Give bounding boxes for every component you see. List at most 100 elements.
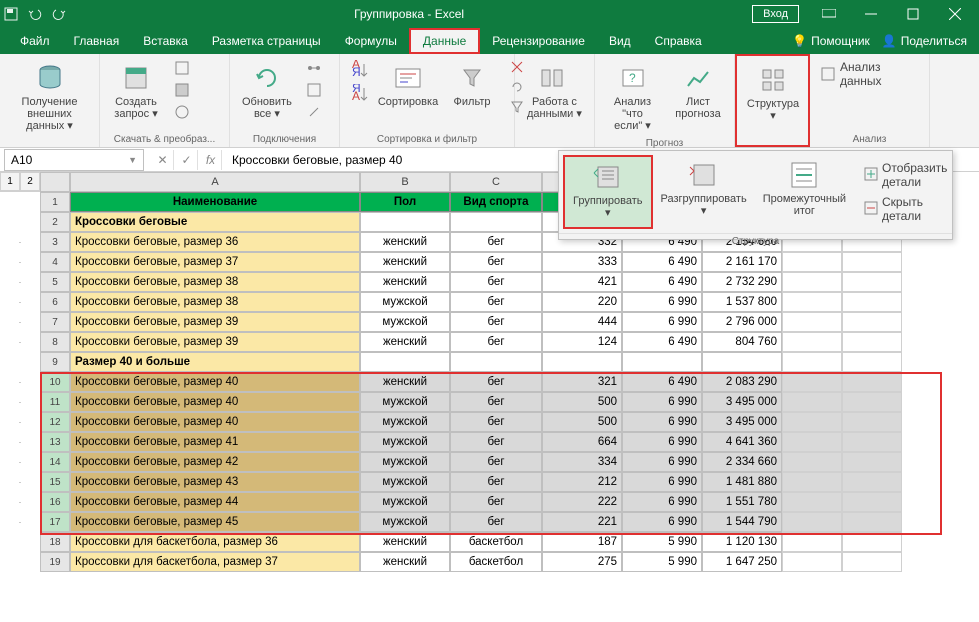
cell[interactable]: бег [450,432,542,452]
cell[interactable]: Кроссовки беговые, размер 40 [70,372,360,392]
structure-button[interactable]: Структура ▾ [743,60,803,126]
cell[interactable]: мужской [360,412,450,432]
row-header[interactable]: 4 [40,252,70,272]
cell[interactable]: 1 647 250 [702,552,782,572]
cell[interactable]: бег [450,452,542,472]
row-header[interactable]: 6 [40,292,70,312]
cell[interactable]: Кроссовки для баскетбола, размер 36 [70,532,360,552]
col-header-b[interactable]: B [360,172,450,192]
cell[interactable]: баскетбол [450,532,542,552]
group-button[interactable]: Группировать ▾ [563,155,653,229]
cell[interactable]: бег [450,492,542,512]
cell[interactable]: 2 161 170 [702,252,782,272]
sort-za-icon[interactable]: ЯА [346,82,374,106]
cell[interactable]: бег [450,312,542,332]
share-button[interactable]: 👤Поделиться [882,34,967,48]
cell[interactable]: 212 [542,472,622,492]
tab-home[interactable]: Главная [62,28,132,54]
cell[interactable]: 1 120 130 [702,532,782,552]
chevron-down-icon[interactable]: ▼ [128,155,137,165]
cell[interactable]: 6 490 [622,272,702,292]
cell[interactable]: 1 551 780 [702,492,782,512]
cell[interactable]: 1 544 790 [702,512,782,532]
cell[interactable]: 124 [542,332,622,352]
row-header[interactable]: 3 [40,232,70,252]
cell[interactable]: Кроссовки беговые, размер 41 [70,432,360,452]
cell[interactable]: мужской [360,292,450,312]
cell[interactable]: Кроссовки беговые, размер 39 [70,312,360,332]
tab-view[interactable]: Вид [597,28,643,54]
cell[interactable]: женский [360,252,450,272]
tell-me[interactable]: 💡Помощник [792,34,870,48]
redo-icon[interactable] [52,7,66,21]
cell[interactable]: 2 083 290 [702,372,782,392]
new-query-button[interactable]: Создать запрос ▾ [106,58,166,124]
outline-level-2[interactable]: 2 [20,172,40,191]
cell[interactable]: бег [450,292,542,312]
cell[interactable]: 1 481 880 [702,472,782,492]
cell[interactable]: Кроссовки беговые, размер 42 [70,452,360,472]
row-header[interactable]: 8 [40,332,70,352]
cell[interactable]: женский [360,332,450,352]
undo-icon[interactable] [28,7,42,21]
cell[interactable]: бег [450,252,542,272]
cell[interactable]: 444 [542,312,622,332]
properties-icon[interactable] [302,80,326,100]
connections-icon[interactable] [302,58,326,78]
maximize-icon[interactable] [893,3,933,25]
cell[interactable]: 6 490 [622,372,702,392]
cell[interactable]: женский [360,532,450,552]
show-detail-button[interactable]: Отобразить детали [860,159,953,191]
select-all-corner[interactable] [40,172,70,192]
cell[interactable]: Кроссовки беговые, размер 44 [70,492,360,512]
minimize-icon[interactable] [851,3,891,25]
filter-button[interactable]: Фильтр [442,58,502,112]
accept-formula-icon[interactable]: ✓ [176,150,198,170]
cell[interactable]: Кроссовки беговые, размер 43 [70,472,360,492]
row-header[interactable]: 11 [40,392,70,412]
tab-data[interactable]: Данные [409,28,480,54]
cell[interactable]: 3 495 000 [702,412,782,432]
row-header[interactable]: 7 [40,312,70,332]
cell[interactable]: 5 990 [622,532,702,552]
tab-file[interactable]: Файл [8,28,62,54]
cell[interactable]: 222 [542,492,622,512]
cell[interactable]: 6 990 [622,412,702,432]
cell[interactable]: 421 [542,272,622,292]
name-box[interactable]: A10▼ [4,149,144,171]
sort-az-icon[interactable]: АЯ [346,58,374,82]
row-header[interactable]: 13 [40,432,70,452]
row-header[interactable]: 15 [40,472,70,492]
cell[interactable]: женский [360,372,450,392]
cell[interactable]: 6 990 [622,472,702,492]
cell[interactable]: бег [450,332,542,352]
cell[interactable]: 1 537 800 [702,292,782,312]
ungroup-button[interactable]: Разгруппировать ▾ [653,155,755,229]
cell[interactable]: женский [360,232,450,252]
cell[interactable]: 275 [542,552,622,572]
cell[interactable]: 220 [542,292,622,312]
cell[interactable]: 221 [542,512,622,532]
cell[interactable]: 6 990 [622,512,702,532]
cell[interactable]: 500 [542,412,622,432]
col-header-a[interactable]: A [70,172,360,192]
sort-button[interactable]: Сортировка [378,58,438,112]
row-header[interactable]: 10 [40,372,70,392]
cell[interactable]: бег [450,392,542,412]
forecast-button[interactable]: Лист прогноза [668,58,728,124]
cell[interactable]: Кроссовки беговые, размер 40 [70,412,360,432]
cell[interactable]: 2 732 290 [702,272,782,292]
cancel-formula-icon[interactable]: ✕ [152,150,174,170]
cell[interactable]: 5 990 [622,552,702,572]
whatif-button[interactable]: ?Анализ "что если" ▾ [601,58,664,136]
cell[interactable]: Кроссовки беговые, размер 45 [70,512,360,532]
from-table-icon[interactable] [170,80,194,100]
outline-level-1[interactable]: 1 [0,172,20,191]
row-header[interactable]: 12 [40,412,70,432]
row-header[interactable]: 18 [40,532,70,552]
cell[interactable]: 6 490 [622,332,702,352]
tab-pagelayout[interactable]: Разметка страницы [200,28,333,54]
row-header[interactable]: 14 [40,452,70,472]
cell[interactable]: 664 [542,432,622,452]
cell[interactable]: 2 796 000 [702,312,782,332]
